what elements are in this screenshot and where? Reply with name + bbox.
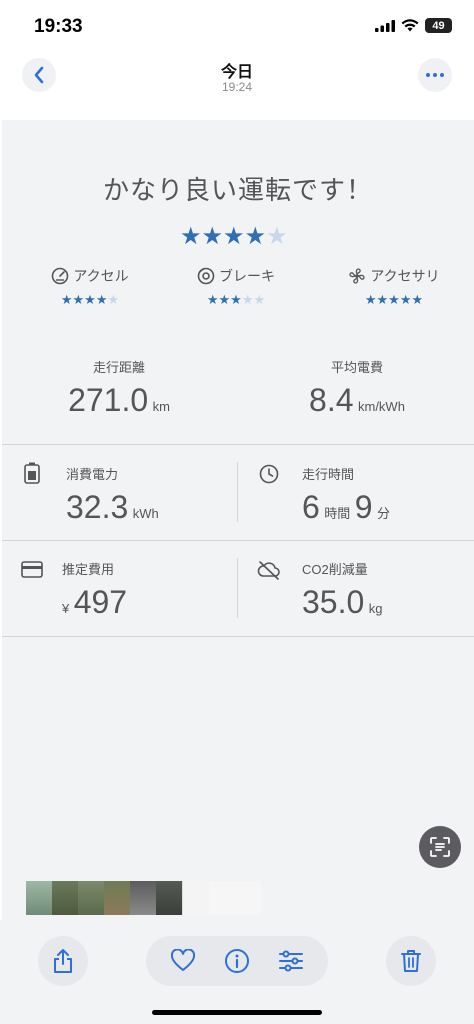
thumbnail[interactable] — [182, 881, 209, 915]
star-filled-icon: ★ — [230, 292, 242, 307]
cost-label: 推定費用 — [62, 562, 115, 577]
more-button[interactable] — [418, 58, 452, 92]
co2-block: CO2削減量 35.0 kg — [302, 559, 382, 621]
trash-icon — [401, 950, 421, 972]
star-filled-icon: ★ — [376, 292, 389, 307]
credit-card-icon — [21, 561, 43, 578]
signal-icon — [375, 19, 395, 32]
distance-block: 走行距離 271.0 km — [2, 357, 236, 419]
star-empty-icon: ★ — [241, 292, 254, 307]
fan-icon — [349, 268, 365, 284]
star-filled-icon: ★ — [60, 292, 73, 307]
drive-time-block: 走行時間 6 時間 9 分 — [302, 464, 390, 526]
category-accessory: アクセサリ ★ ★ ★ ★ ★ — [324, 266, 464, 308]
adjust-icon[interactable] — [278, 949, 304, 973]
home-indicator — [152, 1010, 322, 1015]
efficiency-unit: km/kWh — [357, 399, 405, 414]
divider — [2, 540, 474, 541]
category-brake: ブレーキ ★ ★ ★ ★ ★ — [166, 266, 306, 308]
share-icon — [54, 949, 72, 973]
live-text-button[interactable] — [419, 826, 461, 868]
co2-value: 35.0 — [302, 584, 365, 620]
divider — [237, 558, 238, 618]
energy-value: 32.3 — [66, 489, 129, 525]
cloud-off-icon — [257, 561, 280, 580]
battery-icon: 49 — [425, 18, 452, 33]
efficiency-label: 平均電費 — [330, 360, 383, 375]
status-icons: 49 — [375, 18, 452, 33]
thumbnail-strip[interactable] — [26, 881, 261, 915]
distance-value: 271.0 — [68, 382, 149, 418]
distance-unit: km — [152, 399, 170, 414]
headline: かなり良い運転です！ — [102, 175, 373, 205]
star-filled-icon: ★ — [206, 292, 219, 307]
star-empty-icon: ★ — [253, 292, 266, 307]
drive-time-minutes-unit: 分 — [376, 506, 390, 521]
cost-block: 推定費用 ¥ 497 — [62, 559, 127, 621]
drive-time-minutes: 9 — [354, 489, 373, 525]
overall-rating: ★ ★ ★ ★ ★ — [180, 222, 288, 251]
clock-icon — [259, 464, 279, 484]
co2-label: CO2削減量 — [302, 562, 368, 577]
wifi-icon — [401, 19, 419, 32]
thumbnail[interactable] — [130, 881, 156, 915]
drive-time-hours-unit: 時間 — [324, 506, 351, 521]
star-filled-icon: ★ — [72, 292, 85, 307]
thumbnail[interactable] — [156, 881, 182, 915]
thumbnail[interactable] — [235, 881, 261, 915]
energy-block: 消費電力 32.3 kWh — [66, 464, 159, 526]
text-scan-icon — [430, 837, 450, 857]
drive-time-hours: 6 — [302, 489, 320, 525]
star-filled-icon: ★ — [201, 223, 224, 250]
star-filled-icon: ★ — [223, 223, 245, 250]
category-label: アクセサリ — [370, 268, 440, 284]
ellipsis-icon — [426, 73, 444, 77]
share-button[interactable] — [38, 936, 88, 986]
nav-title: 今日 — [220, 64, 253, 81]
efficiency-value: 8.4 — [309, 382, 354, 418]
star-filled-icon: ★ — [399, 292, 412, 307]
category-rating: ★ ★ ★ ★ ★ — [61, 292, 119, 308]
cost-value: 497 — [73, 584, 128, 620]
star-filled-icon: ★ — [388, 292, 400, 307]
star-filled-icon: ★ — [411, 292, 424, 307]
category-rating: ★ ★ ★ ★ ★ — [207, 292, 265, 308]
divider — [2, 444, 474, 445]
star-filled-icon: ★ — [364, 292, 377, 307]
nav-subtitle: 19:24 — [221, 80, 253, 94]
thumbnail[interactable] — [104, 881, 130, 915]
category-accelerator: アクセル ★ ★ ★ ★ ★ — [20, 266, 160, 308]
energy-unit: kWh — [132, 506, 159, 521]
star-filled-icon: ★ — [244, 223, 267, 250]
co2-unit: kg — [368, 601, 383, 616]
gauge-icon — [52, 267, 69, 285]
category-label: アクセル — [73, 268, 129, 284]
efficiency-block: 平均電費 8.4 km/kWh — [240, 357, 474, 419]
category-rating: ★ ★ ★ ★ ★ — [365, 292, 423, 308]
status-time: 19:33 — [34, 16, 83, 37]
thumbnail[interactable] — [26, 881, 52, 915]
thumbnail[interactable] — [209, 881, 235, 915]
star-empty-icon: ★ — [107, 292, 120, 307]
heart-icon[interactable] — [170, 949, 196, 973]
distance-label: 走行距離 — [92, 360, 145, 375]
thumbnail[interactable] — [78, 881, 104, 915]
star-filled-icon: ★ — [84, 292, 96, 307]
energy-label: 消費電力 — [66, 467, 119, 482]
divider — [237, 462, 238, 522]
star-filled-icon: ★ — [218, 292, 231, 307]
info-icon[interactable] — [224, 948, 250, 974]
delete-button[interactable] — [386, 936, 436, 986]
star-filled-icon: ★ — [180, 223, 202, 250]
divider — [2, 636, 474, 637]
thumbnail[interactable] — [52, 881, 78, 915]
category-label: ブレーキ — [219, 268, 275, 284]
brake-icon — [197, 267, 215, 285]
star-empty-icon: ★ — [266, 223, 288, 250]
drive-time-label: 走行時間 — [302, 467, 355, 482]
star-filled-icon: ★ — [95, 292, 108, 307]
battery-level-icon — [24, 462, 40, 484]
action-group — [146, 936, 328, 986]
cost-currency: ¥ — [62, 601, 70, 616]
